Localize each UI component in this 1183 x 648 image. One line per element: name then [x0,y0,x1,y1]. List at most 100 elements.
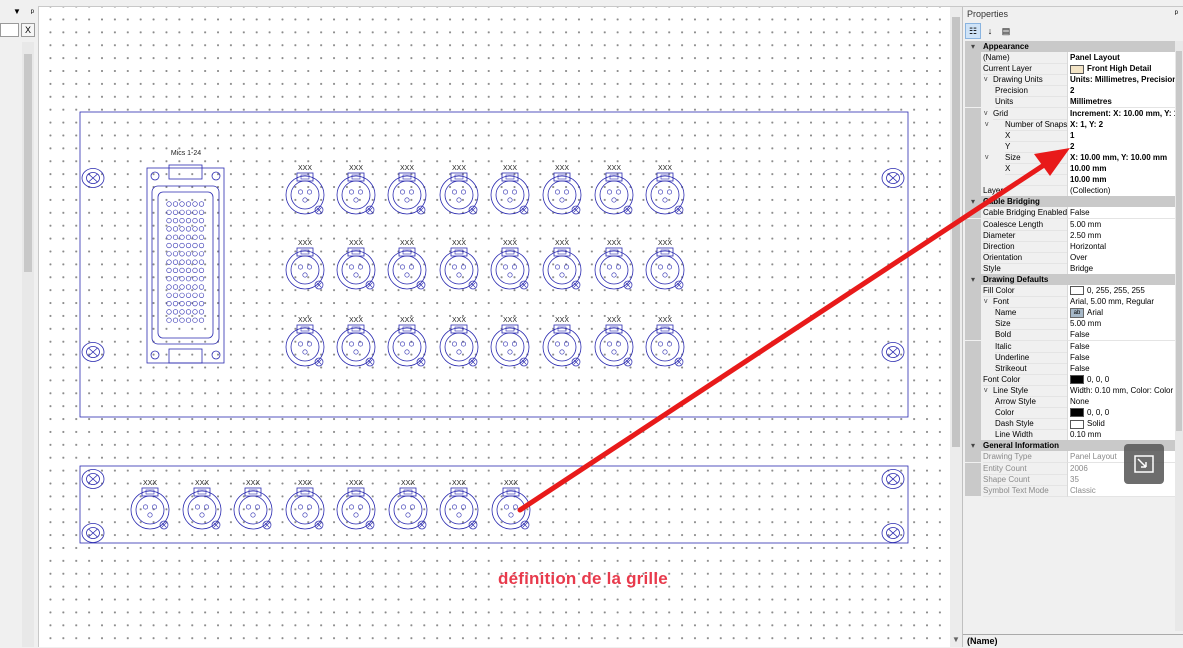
property-label: Drawing Defaults [983,273,1183,285]
xlr-label: XXX [349,240,363,247]
property-row[interactable]: Dash Style Solid [965,418,1183,431]
font-icon: ab [1070,308,1084,319]
property-row[interactable]: Line Style v Width: 0.10 mm, Color: Color … [965,384,1183,397]
xlr-connector: XXX [439,240,479,290]
property-value-text: Width: 0.10 mm, Color: Color [Black] [1070,385,1183,395]
property-row[interactable]: Number of Snaps v X: 1, Y: 2 [965,118,1183,131]
property-row[interactable]: Arrow Style None [965,396,1183,408]
property-value-text: 10.00 mm [1070,164,1107,174]
property-category[interactable]: ▾ Drawing Defaults [965,273,1183,286]
property-row[interactable]: Symbol Text Mode Classic [965,484,1183,497]
property-value-text: X: 1, Y: 2 [1070,119,1104,129]
property-row[interactable]: Orientation Over [965,251,1183,264]
expand-chevron-icon[interactable]: v [985,119,989,130]
property-row[interactable]: Layer (Collection) [965,185,1183,198]
drawing-canvas[interactable]: Mics 1-24 XXX XXX XXX XXX XXX XXX XXX XXX XXX XXX X… [39,7,961,647]
property-row[interactable]: Current Layer Front High Detail [965,63,1183,76]
xlr-label: XXX [349,317,363,324]
property-row[interactable]: X1 [965,129,1183,142]
property-row[interactable]: GridvIncrement: X: 10.00 mm, Y: 10.00 mm [965,107,1183,120]
pin-icon[interactable]: ᵖ [31,7,34,17]
properties-scrollbar[interactable] [1175,41,1183,631]
property-value[interactable]: Classic [1067,484,1183,497]
left-search-input[interactable] [0,23,19,37]
xlr-label: XXX [555,317,569,324]
property-row[interactable]: Fill Color 0, 255, 255, 255 [965,285,1183,298]
property-label: Appearance [983,41,1183,52]
property-row[interactable]: Bold False [965,329,1183,342]
xlr-label: XXX [400,317,414,324]
left-panel: ▼ ᵖ X [0,6,39,647]
xlr-connector: XXX [594,317,634,367]
expand-chevron-icon[interactable]: v [984,74,988,85]
property-pages-icon[interactable]: ▤ [999,24,1013,38]
categorized-icon[interactable]: ☷ [965,23,981,39]
property-row[interactable]: Italic False [965,340,1183,353]
property-row[interactable]: Units Millimetres [965,96,1183,109]
pin-icon[interactable]: ᵖ [1175,8,1178,18]
property-row[interactable]: Strikeout False [965,362,1183,375]
property-category[interactable]: ▾ Cable Bridging [965,196,1183,208]
property-row[interactable]: Direction Horizontal [965,240,1183,253]
expand-chevron-icon[interactable]: v [984,108,988,119]
xlr-connector: XXX [233,480,273,530]
xlr-connector: XXX [594,165,634,215]
property-row[interactable]: Precision 2 [965,85,1183,98]
property-row[interactable]: (Name) Panel Layout [965,52,1183,65]
xlr-label: XXX [504,480,518,487]
property-label: Cable Bridging [983,196,1183,208]
rack-screw-icon [881,168,905,188]
property-row[interactable]: 10.00 mm [965,174,1183,187]
xlr-connector: XXX [490,317,530,367]
xlr-connector: XXX [439,165,479,215]
property-row[interactable]: Size 5.00 mm [965,318,1183,331]
xlr-label: XXX [607,240,621,247]
property-row[interactable]: Y2 [965,140,1183,153]
video-caption: définition de la grille [498,569,668,588]
property-value-text: Arial [1087,308,1104,318]
xlr-label: XXX [607,317,621,324]
property-value-text: Arial, 5.00 mm, Regular [1070,297,1155,307]
xlr-connector: XXX [490,165,530,215]
dropdown-arrow-icon[interactable]: ▼ [13,7,21,16]
property-category[interactable]: ▾ Appearance [965,41,1183,53]
rack-screw-icon [881,342,905,362]
property-row[interactable]: Size v X: 10.00 mm, Y: 10.00 mm [965,151,1183,164]
expand-chevron-icon[interactable]: v [984,296,988,307]
xlr-label: XXX [452,317,466,324]
expand-chevron-icon[interactable]: v [984,385,988,396]
picture-in-picture-button[interactable] [1124,444,1164,484]
property-value-text: (Collection) [1070,186,1111,196]
left-scrollbar[interactable] [22,42,34,647]
property-value-text: Units: Millimetres, Precision: 2 [1070,75,1183,85]
property-value-text: 1 [1070,130,1075,140]
property-value-text: 10.00 mm [1070,175,1107,185]
property-value-text: Panel Layout [1070,452,1117,462]
property-row[interactable]: Font v Arial, 5.00 mm, Regular [965,296,1183,309]
property-row[interactable]: Coalesce Length 5.00 mm [965,218,1183,231]
property-row[interactable]: Diameter 2.50 mm [965,229,1183,242]
expand-chevron-icon[interactable]: v [985,152,989,163]
property-row[interactable]: Color 0, 0, 0 [965,407,1183,420]
property-row[interactable]: X 10.00 mm [965,163,1183,176]
xlr-label: XXX [400,165,414,172]
xlr-connector: XXX [285,317,325,367]
xlr-label: XXX [452,240,466,247]
xlr-connector: XXX [387,165,427,215]
panel-24ch [79,111,909,418]
left-close-button[interactable]: X [21,23,35,37]
property-row[interactable]: Drawing Units v Units: Millimetres, Precis… [965,74,1183,87]
property-row[interactable]: Name ab Arial [965,307,1183,320]
alphabetical-icon[interactable]: ↓ [983,24,997,38]
property-row[interactable]: Font Color 0, 0, 0 [965,373,1183,386]
xlr-connector: XXX [336,317,376,367]
property-row[interactable]: Cable Bridging Enabled False [965,207,1183,220]
xlr-connector: XXX [542,240,582,290]
property-row[interactable]: Underline False [965,351,1183,364]
canvas-scrollbar[interactable]: ▼ [950,7,962,647]
property-row[interactable]: Line Width 0.10 mm [965,429,1183,442]
xlr-label: XXX [658,317,672,324]
xlr-label: XXX [452,165,466,172]
property-grid[interactable]: ▾ Appearance (Name) Panel Layout Current Lay… [965,41,1183,497]
property-row[interactable]: Style Bridge [965,262,1183,275]
